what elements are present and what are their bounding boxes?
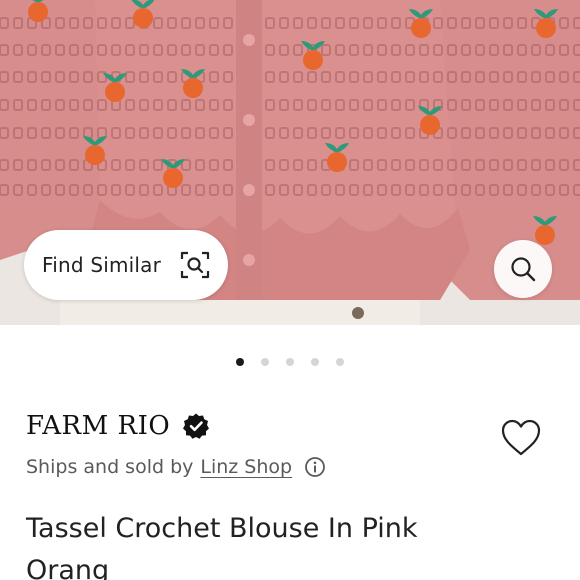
product-title: Tassel Crochet Blouse In Pink Orang — [26, 513, 418, 580]
product-page: Find Similar FARM RIO Ships and sold by … — [0, 0, 580, 580]
find-similar-button[interactable]: Find Similar — [24, 230, 228, 300]
info-icon[interactable] — [304, 456, 326, 478]
product-image[interactable]: Find Similar — [0, 0, 580, 325]
seller-row: Ships and sold by Linz Shop — [26, 452, 326, 482]
brand-row: FARM RIO — [26, 408, 210, 444]
carousel-dot[interactable] — [286, 358, 294, 366]
verified-badge-icon — [183, 413, 210, 439]
like-button[interactable] — [500, 418, 542, 458]
carousel-dot[interactable] — [311, 358, 319, 366]
carousel-dot[interactable] — [261, 358, 269, 366]
heart-outline-icon — [501, 419, 541, 456]
scan-search-icon — [180, 251, 210, 279]
brand-name[interactable]: FARM RIO — [26, 411, 170, 441]
seller-link[interactable]: Linz Shop — [200, 456, 292, 478]
carousel-indicator — [0, 358, 580, 366]
find-similar-label: Find Similar — [42, 253, 162, 277]
search-button[interactable] — [494, 240, 552, 298]
carousel-dot[interactable] — [336, 358, 344, 366]
carousel-dot[interactable] — [236, 358, 244, 366]
search-icon — [511, 257, 536, 282]
seller-prefix: Ships and sold by — [26, 456, 194, 478]
